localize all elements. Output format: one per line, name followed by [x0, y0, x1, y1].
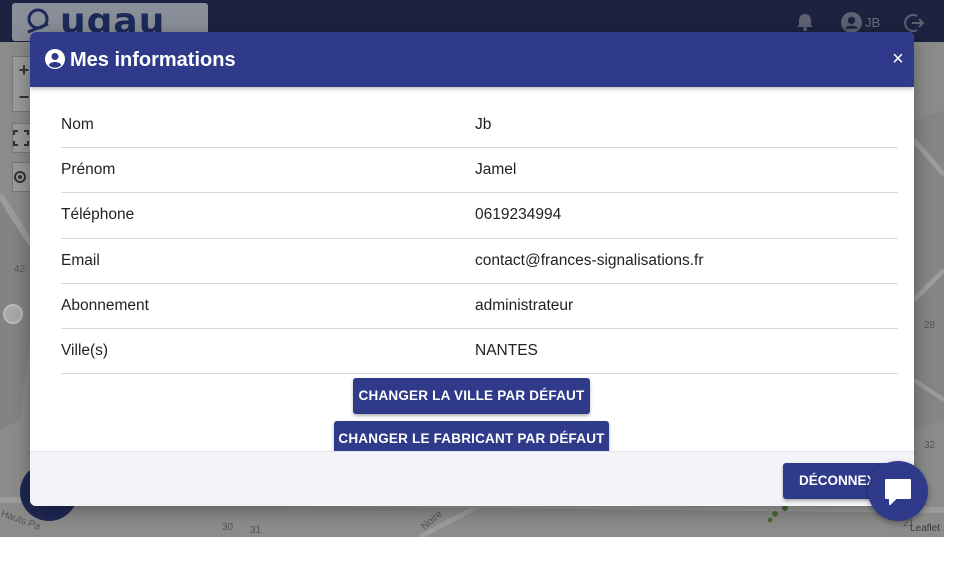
chat-widget-button[interactable] — [868, 461, 928, 521]
info-row-abonnement: Abonnement administrateur — [61, 284, 898, 329]
map-attribution[interactable]: Leaflet — [910, 523, 940, 534]
logout-icon[interactable] — [903, 12, 925, 34]
info-row-telephone: Téléphone 0619234994 — [61, 193, 898, 239]
info-row-email: Email contact@frances-signalisations.fr — [61, 239, 898, 284]
locate-icon — [14, 171, 26, 183]
info-value: NANTES — [475, 341, 538, 359]
info-row-villes: Ville(s) NANTES — [61, 329, 898, 375]
street-number: 30 — [222, 522, 234, 533]
info-label: Ville(s) — [61, 341, 109, 359]
user-info-modal: Mes informations × Nom Jb Prénom Jamel T… — [30, 32, 914, 506]
notification-bell-icon[interactable] — [795, 12, 815, 32]
user-info-table: Nom Jb Prénom Jamel Téléphone 0619234994… — [61, 103, 898, 375]
modal-title: Mes informations — [70, 49, 236, 71]
info-label: Nom — [61, 116, 94, 133]
info-label: Téléphone — [61, 206, 135, 224]
info-value: administrateur — [475, 296, 574, 314]
street-number: 42 — [14, 264, 26, 275]
info-value: contact@frances-signalisations.fr — [475, 251, 704, 269]
user-circle-icon — [45, 49, 65, 69]
info-row-nom: Nom Jb — [61, 103, 898, 149]
user-initials[interactable]: JB — [865, 15, 880, 30]
info-label: Email — [61, 251, 100, 269]
chat-icon — [885, 479, 911, 505]
modal-header: Mes informations × — [30, 32, 914, 87]
change-default-city-button[interactable]: CHANGER LA VILLE PAR DÉFAUT — [353, 378, 590, 414]
street-number: 31 — [250, 525, 262, 536]
info-label: Abonnement — [61, 296, 149, 314]
street-number: 32 — [924, 440, 936, 451]
fullscreen-icon — [13, 130, 29, 146]
info-label: Prénom — [61, 161, 116, 179]
map-marker-cluster[interactable] — [3, 304, 23, 324]
info-row-prenom: Prénom Jamel — [61, 148, 898, 194]
user-account-icon[interactable] — [841, 12, 862, 33]
street-number: 28 — [924, 320, 936, 331]
modal-footer: DÉCONNEXION — [30, 451, 914, 506]
info-value: 0619234994 — [475, 206, 562, 224]
info-value: Jb — [475, 116, 492, 133]
app-window: Hauts Pa Noire 30 31 21 42 28 32 + − Lea… — [0, 0, 944, 537]
info-value: Jamel — [475, 161, 517, 179]
close-icon[interactable]: × — [888, 49, 908, 69]
